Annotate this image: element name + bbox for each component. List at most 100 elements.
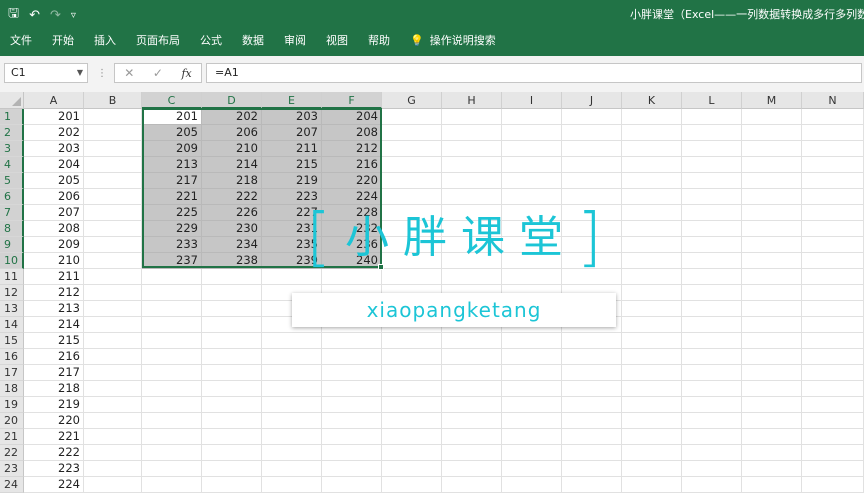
- col-header-D[interactable]: D: [202, 92, 262, 109]
- cell-B2[interactable]: [84, 125, 142, 141]
- cell-I15[interactable]: [502, 333, 562, 349]
- col-header-J[interactable]: J: [562, 92, 622, 109]
- cell-F5[interactable]: 220: [322, 173, 382, 189]
- cell-I2[interactable]: [502, 125, 562, 141]
- cell-L13[interactable]: [682, 301, 742, 317]
- cell-H7[interactable]: [442, 205, 502, 221]
- enter-icon[interactable]: ✓: [153, 66, 163, 80]
- cell-E3[interactable]: 211: [262, 141, 322, 157]
- cell-K1[interactable]: [622, 109, 682, 125]
- cell-L20[interactable]: [682, 413, 742, 429]
- cell-I7[interactable]: [502, 205, 562, 221]
- cell-G17[interactable]: [382, 365, 442, 381]
- cell-L5[interactable]: [682, 173, 742, 189]
- cell-H23[interactable]: [442, 461, 502, 477]
- col-header-L[interactable]: L: [682, 92, 742, 109]
- col-header-A[interactable]: A: [24, 92, 84, 109]
- row-header-10[interactable]: 10: [0, 253, 24, 269]
- cell-K6[interactable]: [622, 189, 682, 205]
- cancel-icon[interactable]: ✕: [124, 66, 134, 80]
- cell-B10[interactable]: [84, 253, 142, 269]
- formula-input[interactable]: =A1: [206, 63, 862, 83]
- cell-N14[interactable]: [802, 317, 864, 333]
- cell-D7[interactable]: 226: [202, 205, 262, 221]
- cell-B11[interactable]: [84, 269, 142, 285]
- cell-A18[interactable]: 218: [24, 381, 84, 397]
- cell-N2[interactable]: [802, 125, 864, 141]
- cell-N9[interactable]: [802, 237, 864, 253]
- cell-H6[interactable]: [442, 189, 502, 205]
- cell-F3[interactable]: 212: [322, 141, 382, 157]
- cell-H21[interactable]: [442, 429, 502, 445]
- cell-B24[interactable]: [84, 477, 142, 493]
- cell-D12[interactable]: [202, 285, 262, 301]
- redo-icon[interactable]: ↷: [50, 8, 61, 23]
- cell-F23[interactable]: [322, 461, 382, 477]
- cell-E8[interactable]: 231: [262, 221, 322, 237]
- cell-F15[interactable]: [322, 333, 382, 349]
- cell-D16[interactable]: [202, 349, 262, 365]
- cell-A1[interactable]: 201: [24, 109, 84, 125]
- cell-G19[interactable]: [382, 397, 442, 413]
- cell-A17[interactable]: 217: [24, 365, 84, 381]
- cell-J18[interactable]: [562, 381, 622, 397]
- cell-B23[interactable]: [84, 461, 142, 477]
- cell-N16[interactable]: [802, 349, 864, 365]
- col-header-I[interactable]: I: [502, 92, 562, 109]
- cell-C3[interactable]: 209: [142, 141, 202, 157]
- cell-G22[interactable]: [382, 445, 442, 461]
- cell-J2[interactable]: [562, 125, 622, 141]
- cell-M9[interactable]: [742, 237, 802, 253]
- col-header-N[interactable]: N: [802, 92, 864, 109]
- cell-L11[interactable]: [682, 269, 742, 285]
- row-header-7[interactable]: 7: [0, 205, 24, 221]
- cell-E7[interactable]: 227: [262, 205, 322, 221]
- select-all-corner[interactable]: [0, 92, 24, 109]
- row-header-6[interactable]: 6: [0, 189, 24, 205]
- col-header-M[interactable]: M: [742, 92, 802, 109]
- cell-H19[interactable]: [442, 397, 502, 413]
- cell-K21[interactable]: [622, 429, 682, 445]
- cell-G2[interactable]: [382, 125, 442, 141]
- cell-C2[interactable]: 205: [142, 125, 202, 141]
- cell-K12[interactable]: [622, 285, 682, 301]
- cell-G9[interactable]: [382, 237, 442, 253]
- cell-A7[interactable]: 207: [24, 205, 84, 221]
- cell-I18[interactable]: [502, 381, 562, 397]
- tab-6[interactable]: 审阅: [274, 28, 316, 54]
- row-header-2[interactable]: 2: [0, 125, 24, 141]
- cell-N18[interactable]: [802, 381, 864, 397]
- cell-C14[interactable]: [142, 317, 202, 333]
- cell-G18[interactable]: [382, 381, 442, 397]
- cell-E20[interactable]: [262, 413, 322, 429]
- cell-D20[interactable]: [202, 413, 262, 429]
- cell-A24[interactable]: 224: [24, 477, 84, 493]
- cell-K4[interactable]: [622, 157, 682, 173]
- cell-N5[interactable]: [802, 173, 864, 189]
- cell-J6[interactable]: [562, 189, 622, 205]
- save-icon[interactable]: 🖫: [8, 4, 19, 26]
- cell-N17[interactable]: [802, 365, 864, 381]
- cell-G20[interactable]: [382, 413, 442, 429]
- cell-M10[interactable]: [742, 253, 802, 269]
- cell-G6[interactable]: [382, 189, 442, 205]
- cell-A16[interactable]: 216: [24, 349, 84, 365]
- cell-B19[interactable]: [84, 397, 142, 413]
- cell-A23[interactable]: 223: [24, 461, 84, 477]
- cell-I17[interactable]: [502, 365, 562, 381]
- cell-K7[interactable]: [622, 205, 682, 221]
- cell-N4[interactable]: [802, 157, 864, 173]
- cell-C22[interactable]: [142, 445, 202, 461]
- cell-K18[interactable]: [622, 381, 682, 397]
- row-header-1[interactable]: 1: [0, 109, 24, 125]
- cell-A13[interactable]: 213: [24, 301, 84, 317]
- cell-I6[interactable]: [502, 189, 562, 205]
- cell-H18[interactable]: [442, 381, 502, 397]
- cell-L22[interactable]: [682, 445, 742, 461]
- more-options-icon[interactable]: ⋮: [97, 68, 107, 79]
- cell-L14[interactable]: [682, 317, 742, 333]
- cell-F17[interactable]: [322, 365, 382, 381]
- cell-C1[interactable]: 201: [142, 109, 202, 125]
- cell-J7[interactable]: [562, 205, 622, 221]
- cell-D23[interactable]: [202, 461, 262, 477]
